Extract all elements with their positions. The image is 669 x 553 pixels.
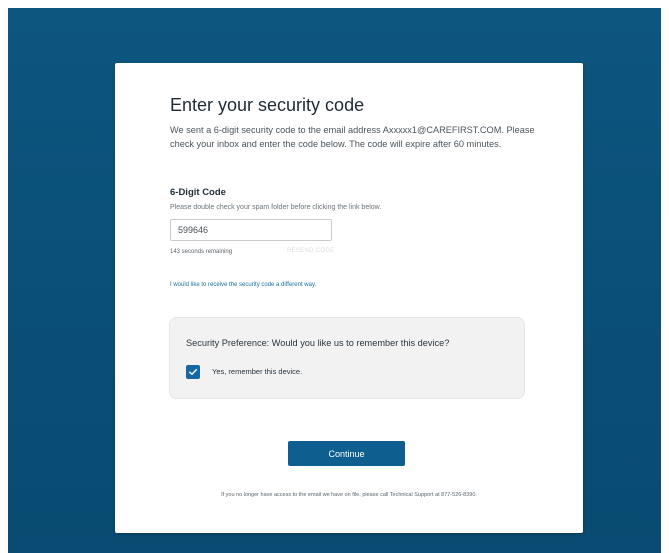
security-preference-box: Security Preference: Would you like us t…: [169, 317, 525, 399]
check-icon: [189, 368, 197, 375]
continue-button[interactable]: Continue: [288, 441, 405, 466]
code-label: 6-Digit Code: [170, 187, 226, 198]
security-code-input[interactable]: [170, 219, 332, 241]
different-way-link[interactable]: I would like to receive the security cod…: [170, 282, 316, 288]
remember-device-checkbox[interactable]: [186, 365, 200, 379]
resend-code-button[interactable]: RESEND CODE: [287, 248, 334, 254]
page-title: Enter your security code: [170, 95, 365, 115]
preference-question: Security Preference: Would you like us t…: [186, 338, 450, 348]
page-background: Enter your security code We sent a 6-dig…: [8, 8, 661, 553]
intro-text: We sent a 6-digit security code to the e…: [170, 125, 535, 149]
support-footnote: If you no longer have access to the emai…: [221, 492, 477, 498]
timer-text: 143 seconds remaining: [170, 249, 233, 255]
security-code-card: Enter your security code We sent a 6-dig…: [115, 63, 583, 533]
remember-device-label: Yes, remember this device.: [212, 367, 303, 376]
code-hint: Please double check your spam folder bef…: [170, 204, 382, 211]
